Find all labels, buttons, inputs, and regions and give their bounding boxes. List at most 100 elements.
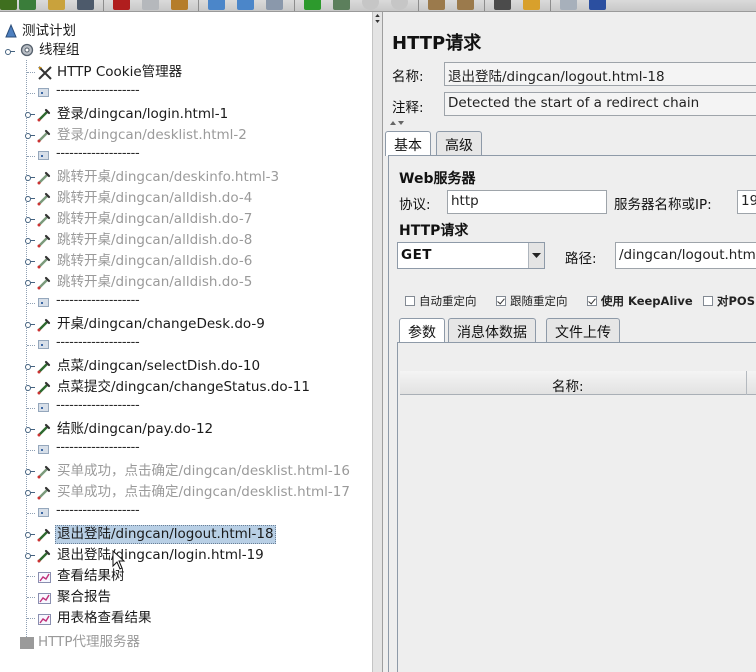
splitter-arrow-icon[interactable]	[375, 14, 380, 17]
expand-toggle-icon[interactable]	[25, 490, 35, 496]
tree-node-sampler-15[interactable]: 点菜/dingcan/selectDish.do-10	[0, 356, 372, 377]
save-icon[interactable]	[77, 0, 94, 10]
keepalive-checkbox[interactable]	[587, 296, 597, 306]
tab-parameters[interactable]: 参数	[399, 318, 445, 343]
tree-node-sampler-20[interactable]: 买单成功，点击确定/dingcan/desklist.html-16	[0, 461, 372, 482]
open-icon[interactable]	[48, 0, 65, 10]
tree-node-separator[interactable]: -------------------	[0, 293, 372, 314]
expand-toggle-icon[interactable]	[25, 238, 35, 244]
method-select[interactable]: GET	[397, 242, 545, 269]
multipart-post-option[interactable]: 对POS	[703, 293, 755, 309]
search-icon[interactable]	[494, 0, 511, 10]
tree-node-sampler-8[interactable]: 跳转开桌/dingcan/alldish.do-7	[0, 209, 372, 230]
auto-redirect-option[interactable]: 自动重定向	[405, 293, 477, 309]
comment-field[interactable]: Detected the start of a redirect chain	[444, 92, 756, 116]
tree-node-http-proxy[interactable]: HTTP代理服务器	[0, 632, 372, 653]
protocol-field[interactable]: http	[447, 190, 607, 214]
function-helper-icon[interactable]	[560, 0, 577, 10]
stop-icon[interactable]	[362, 0, 379, 10]
tree-node-thread-group[interactable]: 线程组	[0, 40, 372, 61]
expand-toggle-icon[interactable]	[25, 196, 35, 202]
tab-file-upload[interactable]: 文件上传	[546, 318, 620, 342]
tree-node-cookie-1[interactable]: HTTP Cookie管理器	[0, 62, 372, 83]
expand-toggle-icon[interactable]	[25, 112, 35, 118]
multipart-post-checkbox[interactable]	[703, 296, 713, 306]
start-no-pause-icon[interactable]	[333, 0, 350, 10]
expand-toggle-icon[interactable]	[25, 532, 35, 538]
tree-node-sampler-18[interactable]: 结账/dingcan/pay.do-12	[0, 419, 372, 440]
auto-redirect-checkbox[interactable]	[405, 296, 415, 306]
tab-body-data[interactable]: 消息体数据	[448, 318, 536, 342]
tree-node-listener-25[interactable]: 查看结果树	[0, 566, 372, 587]
dropdown-arrow[interactable]	[528, 243, 544, 268]
cookie-manager-icon	[38, 66, 52, 80]
tree-node-sampler-23[interactable]: 退出登陆/dingcan/logout.html-18	[0, 524, 372, 545]
table-header: 名称:	[400, 371, 756, 395]
expand-toggle-icon[interactable]	[25, 469, 35, 475]
expand-toggle-icon[interactable]	[25, 385, 35, 391]
expand-toggle-icon[interactable]	[25, 133, 35, 139]
tree-node-test-plan[interactable]: 测试计划	[0, 21, 372, 42]
templates-icon[interactable]	[19, 0, 36, 10]
tree-node-separator[interactable]: -------------------	[0, 440, 372, 461]
path-field[interactable]: /dingcan/logout.html	[615, 242, 756, 269]
new-plan-icon[interactable]	[0, 0, 17, 10]
name-field[interactable]: 退出登陆/dingcan/logout.html-18	[444, 62, 756, 86]
collapse-arrows-icon[interactable]	[390, 119, 404, 127]
tree-node-separator[interactable]: -------------------	[0, 398, 372, 419]
tree-node-separator[interactable]: -------------------	[0, 503, 372, 524]
expand-toggle-icon[interactable]	[25, 217, 35, 223]
tree-node-separator[interactable]: -------------------	[0, 83, 372, 104]
split-pane-divider[interactable]	[372, 12, 383, 672]
column-header-name[interactable]: 名称:	[552, 375, 584, 395]
tree-node-listener-26[interactable]: 聚合报告	[0, 587, 372, 608]
tree-node-sampler-7[interactable]: 跳转开桌/dingcan/alldish.do-4	[0, 188, 372, 209]
separator-icon	[38, 298, 49, 307]
expand-toggle-icon[interactable]	[25, 364, 35, 370]
expand-icon[interactable]	[208, 0, 225, 10]
tree-node-listener-27[interactable]: 用表格查看结果	[0, 608, 372, 629]
test-plan-tree[interactable]: 测试计划 线程组 HTTP Cookie管理器 -----------------…	[0, 12, 372, 672]
expand-toggle-icon[interactable]	[25, 427, 35, 433]
tab-basic[interactable]: 基本	[385, 131, 431, 156]
remote-start-icon[interactable]	[428, 0, 445, 10]
copy-icon[interactable]	[142, 0, 159, 10]
tree-node-sampler-11[interactable]: 跳转开桌/dingcan/alldish.do-5	[0, 272, 372, 293]
tab-advanced[interactable]: 高级	[436, 131, 482, 155]
tree-node-separator[interactable]: -------------------	[0, 146, 372, 167]
expand-toggle-icon[interactable]	[5, 49, 15, 55]
expand-toggle-icon[interactable]	[25, 280, 35, 286]
help-icon[interactable]	[589, 0, 606, 10]
expand-toggle-icon[interactable]	[25, 322, 35, 328]
keepalive-option[interactable]: 使用 KeepAlive	[587, 293, 693, 309]
toggle-icon[interactable]	[266, 0, 283, 10]
tree-node-sampler-3[interactable]: 登录/dingcan/login.html-1	[0, 104, 372, 125]
tree-node-sampler-21[interactable]: 买单成功，点击确定/dingcan/desklist.html-17	[0, 482, 372, 503]
tree-node-sampler-9[interactable]: 跳转开桌/dingcan/alldish.do-8	[0, 230, 372, 251]
tree-node-sampler-16[interactable]: 点菜提交/dingcan/changeStatus.do-11	[0, 377, 372, 398]
tree-node-sampler-6[interactable]: 跳转开桌/dingcan/deskinfo.html-3	[0, 167, 372, 188]
follow-redirects-option[interactable]: 跟随重定向	[496, 293, 568, 309]
tree-node-sampler-4[interactable]: 登录/dingcan/desklist.html-2	[0, 125, 372, 146]
start-icon[interactable]	[304, 0, 321, 10]
reset-search-icon[interactable]	[523, 0, 540, 10]
tree-node-sampler-24[interactable]: 退出登陆/dingcan/login.html-19	[0, 545, 372, 566]
tree-node-separator[interactable]: -------------------	[0, 335, 372, 356]
server-name-field[interactable]: 19	[737, 190, 756, 214]
tree-node-sampler-13[interactable]: 开桌/dingcan/changeDesk.do-9	[0, 314, 372, 335]
cut-icon[interactable]	[113, 0, 130, 10]
follow-redirects-checkbox[interactable]	[496, 296, 506, 306]
expand-toggle-icon[interactable]	[25, 175, 35, 181]
separator-icon	[38, 445, 49, 454]
remote-stop-icon[interactable]	[457, 0, 474, 10]
expand-toggle-icon[interactable]	[25, 259, 35, 265]
parameters-table[interactable]: 名称:	[400, 371, 756, 672]
expand-toggle-icon[interactable]	[25, 553, 35, 559]
tree-node-label: 跳转开桌/dingcan/alldish.do-8	[57, 232, 253, 248]
paste-icon[interactable]	[171, 0, 188, 10]
collapse-icon[interactable]	[237, 0, 254, 10]
listener-chart-icon	[38, 593, 51, 604]
shutdown-icon[interactable]	[391, 0, 408, 10]
tree-node-sampler-10[interactable]: 跳转开桌/dingcan/alldish.do-6	[0, 251, 372, 272]
splitter-arrow-icon[interactable]	[375, 20, 380, 23]
